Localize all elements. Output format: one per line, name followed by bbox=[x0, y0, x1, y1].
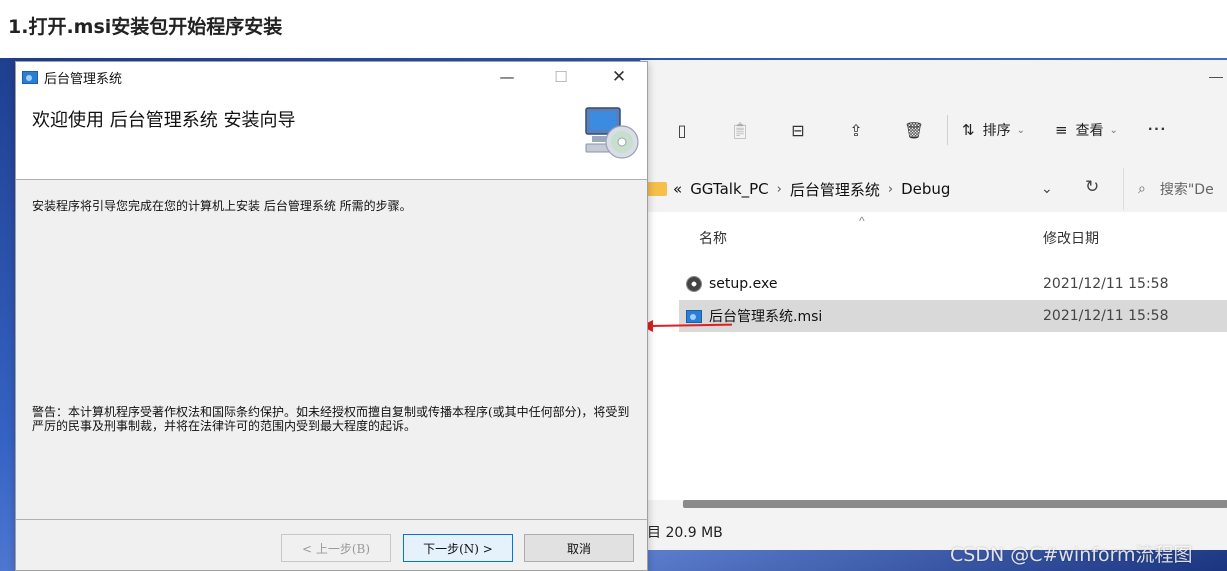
file-list: setup.exe 2021/12/11 15:58 后台管理系统.msi 20… bbox=[641, 260, 1227, 500]
file-explorer-window: — ▯ 📋︎ ⊟ ⇪ 🗑︎ ⇅ 排序 ⌄ ≡ 查看 ⌄ ··· « GGTalk… bbox=[640, 60, 1227, 550]
exe-icon bbox=[685, 276, 703, 292]
sort-ascending-icon: ^ bbox=[859, 214, 865, 228]
file-date: 2021/12/11 15:58 bbox=[1043, 276, 1169, 292]
page-heading: 1.打开.msi安装包开始程序安装 bbox=[8, 16, 283, 38]
sort-icon: ⇅ bbox=[962, 121, 975, 139]
installer-app-icon bbox=[22, 70, 38, 84]
close-button[interactable]: ✕ bbox=[596, 62, 642, 92]
file-list-header: ^ 名称 修改日期 bbox=[641, 212, 1227, 260]
dialog-body: 安装程序将引导您完成在您的计算机上安装 后台管理系统 所需的步骤。 警告：本计算… bbox=[16, 181, 647, 519]
sort-menu-button[interactable]: ⇅ 排序 ⌄ bbox=[962, 120, 1025, 140]
chevron-down-icon: ⌄ bbox=[1109, 124, 1118, 136]
view-label: 查看 bbox=[1075, 123, 1104, 139]
search-placeholder: 搜索"De bbox=[1159, 182, 1214, 198]
folder-icon bbox=[647, 182, 667, 196]
view-menu-button[interactable]: ≡ 查看 ⌄ bbox=[1055, 120, 1118, 140]
address-bar-row: « GGTalk_PC › 后台管理系统 › Debug ⌄ ↻ ⌕ 搜索"De bbox=[641, 168, 1227, 210]
chevron-right-icon: › bbox=[776, 181, 782, 197]
explorer-titlebar: — bbox=[641, 60, 1227, 100]
dialog-banner: 欢迎使用 后台管理系统 安装向导 bbox=[16, 92, 647, 180]
search-icon: ⌕ bbox=[1138, 181, 1146, 197]
more-options-button[interactable]: ··· bbox=[1148, 121, 1167, 139]
breadcrumb-overflow[interactable]: « bbox=[673, 180, 682, 198]
breadcrumb-item[interactable]: GGTalk_PC bbox=[690, 180, 768, 198]
dialog-title: 后台管理系统 bbox=[44, 71, 123, 87]
installer-dialog: 后台管理系统 — ☐ ✕ 欢迎使用 后台管理系统 安装向导 安装程序将引导您完成… bbox=[15, 61, 648, 571]
breadcrumb-item[interactable]: 后台管理系统 bbox=[790, 179, 880, 200]
dialog-titlebar: 后台管理系统 — ☐ ✕ bbox=[16, 62, 647, 92]
cancel-button[interactable]: 取消 bbox=[524, 534, 634, 562]
search-input[interactable]: ⌕ 搜索"De bbox=[1123, 168, 1227, 210]
breadcrumb-item[interactable]: Debug bbox=[901, 180, 950, 198]
minimize-button[interactable]: — bbox=[484, 62, 530, 92]
explorer-minimize-button[interactable]: — bbox=[1209, 68, 1223, 84]
paste-icon[interactable]: 📋︎ bbox=[729, 119, 751, 141]
refresh-icon[interactable]: ↻ bbox=[1085, 177, 1099, 197]
msi-icon bbox=[685, 308, 703, 324]
file-row-msi[interactable]: 后台管理系统.msi 2021/12/11 15:58 bbox=[679, 300, 1227, 332]
wizard-heading: 欢迎使用 后台管理系统 安装向导 bbox=[32, 110, 296, 131]
explorer-toolbar: ▯ 📋︎ ⊟ ⇪ 🗑︎ ⇅ 排序 ⌄ ≡ 查看 ⌄ ··· bbox=[641, 104, 1227, 156]
horizontal-scrollbar[interactable] bbox=[683, 500, 1227, 508]
screenshot-root: 1.打开.msi安装包开始程序安装 — ▯ 📋︎ ⊟ ⇪ 🗑︎ ⇅ 排序 ⌄ ≡… bbox=[0, 0, 1227, 571]
share-icon[interactable]: ⇪ bbox=[845, 119, 867, 141]
address-history-dropdown-icon[interactable]: ⌄ bbox=[1041, 180, 1053, 197]
copy-icon[interactable]: ▯ bbox=[671, 119, 693, 141]
dialog-footer: < 上一步(B) 下一步(N) > 取消 bbox=[16, 519, 647, 571]
chevron-down-icon: ⌄ bbox=[1016, 124, 1025, 136]
delete-icon[interactable]: 🗑︎ bbox=[903, 119, 925, 141]
sort-label: 排序 bbox=[982, 123, 1011, 139]
watermark: CSDN @C#winform流程图 bbox=[950, 544, 1193, 566]
rename-icon[interactable]: ⊟ bbox=[787, 119, 809, 141]
toolbar-divider bbox=[947, 115, 948, 145]
file-date: 2021/12/11 15:58 bbox=[1043, 308, 1169, 324]
computer-cd-icon bbox=[585, 107, 639, 159]
file-row-setup-exe[interactable]: setup.exe 2021/12/11 15:58 bbox=[679, 268, 1227, 300]
column-header-date[interactable]: 修改日期 bbox=[1043, 228, 1099, 248]
maximize-button[interactable]: ☐ bbox=[538, 62, 584, 92]
chevron-right-icon: › bbox=[887, 181, 894, 197]
back-button[interactable]: < 上一步(B) bbox=[281, 534, 391, 562]
copyright-warning-text: 警告：本计算机程序受著作权法和国际条约保护。如未经授权而擅自复制或传播本程序(或… bbox=[32, 405, 630, 433]
column-header-name[interactable]: 名称 bbox=[699, 228, 727, 248]
view-icon: ≡ bbox=[1054, 121, 1068, 139]
next-button[interactable]: 下一步(N) > bbox=[403, 534, 513, 562]
intro-text: 安装程序将引导您完成在您的计算机上安装 后台管理系统 所需的步骤。 bbox=[32, 199, 412, 213]
file-name: setup.exe bbox=[709, 276, 778, 292]
